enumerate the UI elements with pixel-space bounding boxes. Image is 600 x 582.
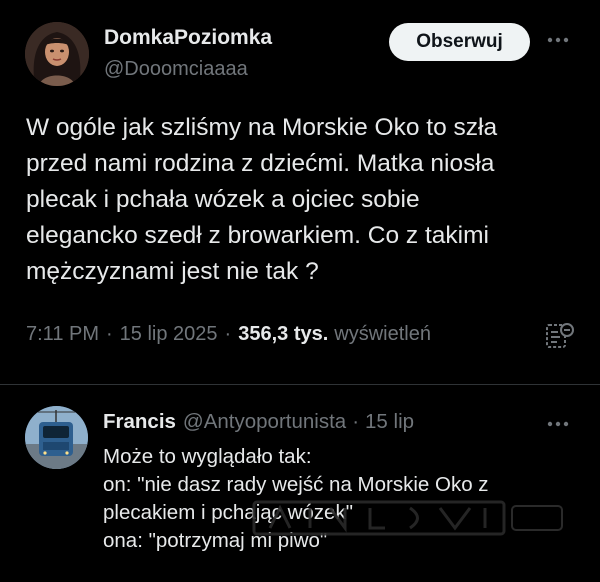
tweet-time[interactable]: 7:11 PM [26, 323, 99, 346]
meta-separator: · [106, 323, 113, 345]
tweet-meta: 7:11 PM · 15 lip 2025 · 356,3 tys. wyświ… [26, 323, 431, 346]
reply-avatar-illustration [25, 406, 88, 469]
tweet-text-line: mężczyznami jest nie tak ? [26, 258, 319, 285]
reply-author-name[interactable]: Francis [103, 410, 176, 434]
views-label: wyświetleń [334, 323, 431, 345]
tweet-text-line: elegancko szedł z browarkiem. Co z takim… [26, 222, 489, 249]
reply-date[interactable]: 15 lip [365, 410, 414, 434]
tweet-text-line: przed nami rodzina z dziećmi. Matka nios… [26, 150, 495, 177]
analytics-icon[interactable] [543, 320, 575, 352]
meta-separator: · [224, 323, 232, 345]
reply-author-handle[interactable]: @Antyoportunista [183, 410, 346, 434]
more-horizontal-icon[interactable] [545, 414, 571, 434]
follow-button[interactable]: Obserwuj [389, 23, 530, 61]
tweet-text-line: plecak i pchała wózek a ojciec sobie [26, 186, 420, 213]
reply-text-line: on: "nie dasz rady wejść na Morskie Oko … [103, 473, 489, 496]
reply-text-line: ona: "potrzymaj mi piwo" [103, 529, 328, 552]
author-name[interactable]: DomkaPoziomka [104, 26, 272, 50]
tweet-text-line: W ogóle jak szliśmy na Morskie Oko to sz… [26, 114, 498, 141]
reply-text-line: Może to wyglądało tak: [103, 445, 312, 468]
more-horizontal-icon[interactable] [545, 30, 571, 50]
reply-header: Francis @Antyoportunista · 15 lip [103, 410, 414, 434]
author-avatar-illustration [25, 22, 89, 86]
views-count: 356,3 tys. [238, 323, 329, 345]
main-tweet: DomkaPoziomka @Dooomciaaaa Obserwuj W og… [0, 0, 600, 384]
tweet-date[interactable]: 15 lip 2025 [120, 323, 218, 346]
author-avatar[interactable] [25, 22, 89, 86]
author-handle[interactable]: @Dooomciaaaa [104, 58, 248, 81]
reply-text-line: plecakiem i pchając wózek" [103, 501, 353, 524]
tweet-text: W ogóle jak szliśmy na Morskie Oko to sz… [26, 110, 586, 290]
divider [0, 384, 600, 385]
reply-text: Może to wyglądało tak: on: "nie dasz rad… [103, 443, 583, 555]
reply-author-avatar[interactable] [25, 406, 88, 469]
reply-separator: · [352, 410, 360, 433]
